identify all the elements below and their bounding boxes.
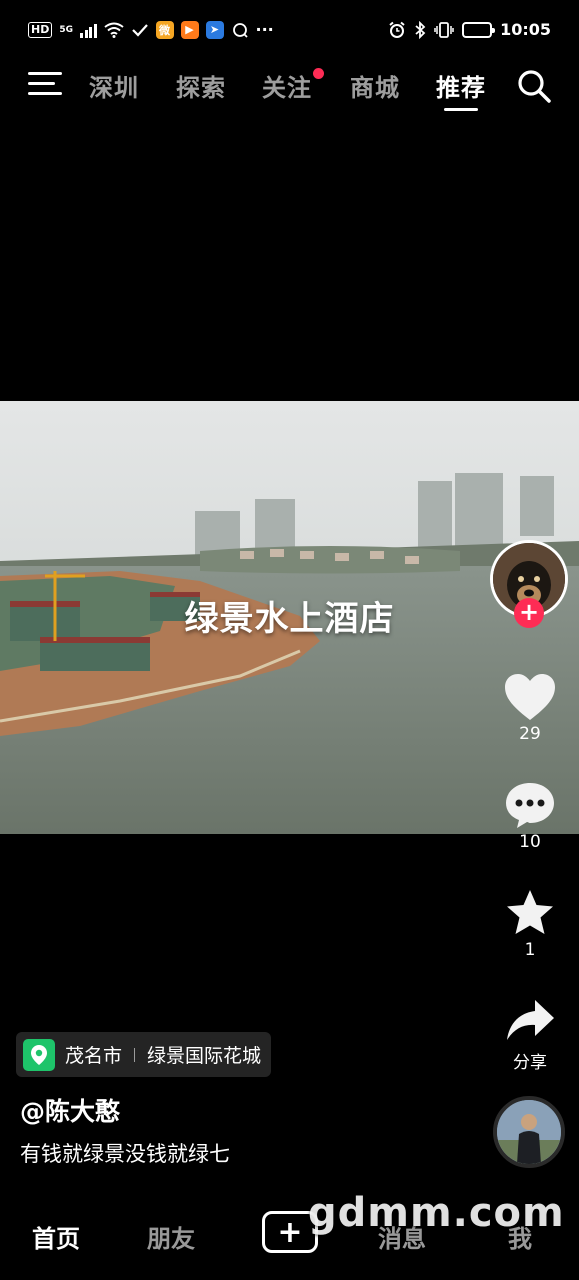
like-count: 29 bbox=[519, 724, 541, 744]
author-name[interactable]: @陈大憨 bbox=[20, 1092, 120, 1128]
active-tab-indicator bbox=[444, 108, 478, 111]
heart-icon bbox=[505, 674, 555, 720]
video-caption: 绿景水上酒店 bbox=[184, 599, 395, 639]
maps-app-icon: ➤ bbox=[205, 20, 224, 39]
music-disc[interactable] bbox=[493, 1096, 565, 1168]
clock: 10:05 bbox=[500, 20, 551, 39]
location-place: 绿景国际花城 bbox=[147, 1045, 262, 1067]
music-cover-image bbox=[497, 1100, 561, 1164]
hd-badge: HD bbox=[28, 21, 53, 38]
more-icon: ··· bbox=[255, 20, 274, 39]
nav-friends[interactable]: 朋友 bbox=[147, 1219, 195, 1254]
alarm-icon bbox=[389, 21, 405, 38]
share-button[interactable]: 分享 bbox=[490, 996, 570, 1073]
status-bar-left: HD 5G 微 ▶ ➤ ··· bbox=[28, 20, 274, 39]
share-icon bbox=[507, 1000, 554, 1040]
post-description: 有钱就绿景没钱就绿七 bbox=[20, 1142, 230, 1166]
comment-icon bbox=[506, 783, 554, 828]
location-divider bbox=[134, 1047, 136, 1062]
tab-mall[interactable]: 商城 bbox=[350, 68, 400, 103]
like-button[interactable]: 29 bbox=[490, 672, 570, 744]
vibrate-icon bbox=[434, 21, 454, 38]
tab-explore[interactable]: 探索 bbox=[176, 68, 226, 103]
comment-count: 10 bbox=[519, 832, 541, 852]
status-bar: HD 5G 微 ▶ ➤ ··· 10:05 bbox=[0, 0, 579, 62]
status-bar-right: 10:05 bbox=[388, 20, 551, 39]
notification-dot bbox=[313, 68, 324, 79]
tab-following[interactable]: 关注 bbox=[262, 68, 324, 103]
follow-button[interactable]: + bbox=[514, 598, 544, 628]
tab-recommend-label: 推荐 bbox=[436, 74, 486, 102]
chat-bubble-icon bbox=[232, 22, 248, 38]
link-icon bbox=[131, 23, 148, 37]
search-icon[interactable] bbox=[516, 68, 552, 104]
network-type: 5G bbox=[59, 24, 73, 35]
location-pin-icon bbox=[23, 1038, 55, 1071]
video-app-icon: ▶ bbox=[180, 20, 199, 39]
location-city: 茂名市 bbox=[65, 1045, 123, 1067]
video-player[interactable]: 绿景水上酒店 bbox=[0, 401, 579, 834]
favorite-button[interactable]: 1 bbox=[490, 888, 570, 960]
location-chip[interactable]: 茂名市 绿景国际花城 bbox=[16, 1032, 272, 1077]
top-nav: 深圳 探索 关注 商城 推荐 bbox=[0, 62, 579, 114]
tab-shenzhen[interactable]: 深圳 bbox=[89, 68, 139, 103]
battery-icon bbox=[462, 21, 496, 38]
weibo-icon: 微 bbox=[155, 20, 174, 39]
menu-icon[interactable] bbox=[28, 72, 62, 100]
favorite-count: 1 bbox=[524, 940, 536, 960]
star-icon bbox=[507, 890, 553, 934]
tab-following-label: 关注 bbox=[262, 74, 312, 102]
signal-icon bbox=[80, 22, 97, 38]
wifi-icon bbox=[103, 22, 124, 38]
watermark: gdmm.com bbox=[308, 1190, 565, 1236]
tab-recommend[interactable]: 推荐 bbox=[436, 68, 486, 111]
comment-button[interactable]: 10 bbox=[490, 780, 570, 852]
nav-home[interactable]: 首页 bbox=[32, 1219, 80, 1254]
share-label: 分享 bbox=[513, 1053, 547, 1073]
bluetooth-icon bbox=[415, 20, 426, 39]
